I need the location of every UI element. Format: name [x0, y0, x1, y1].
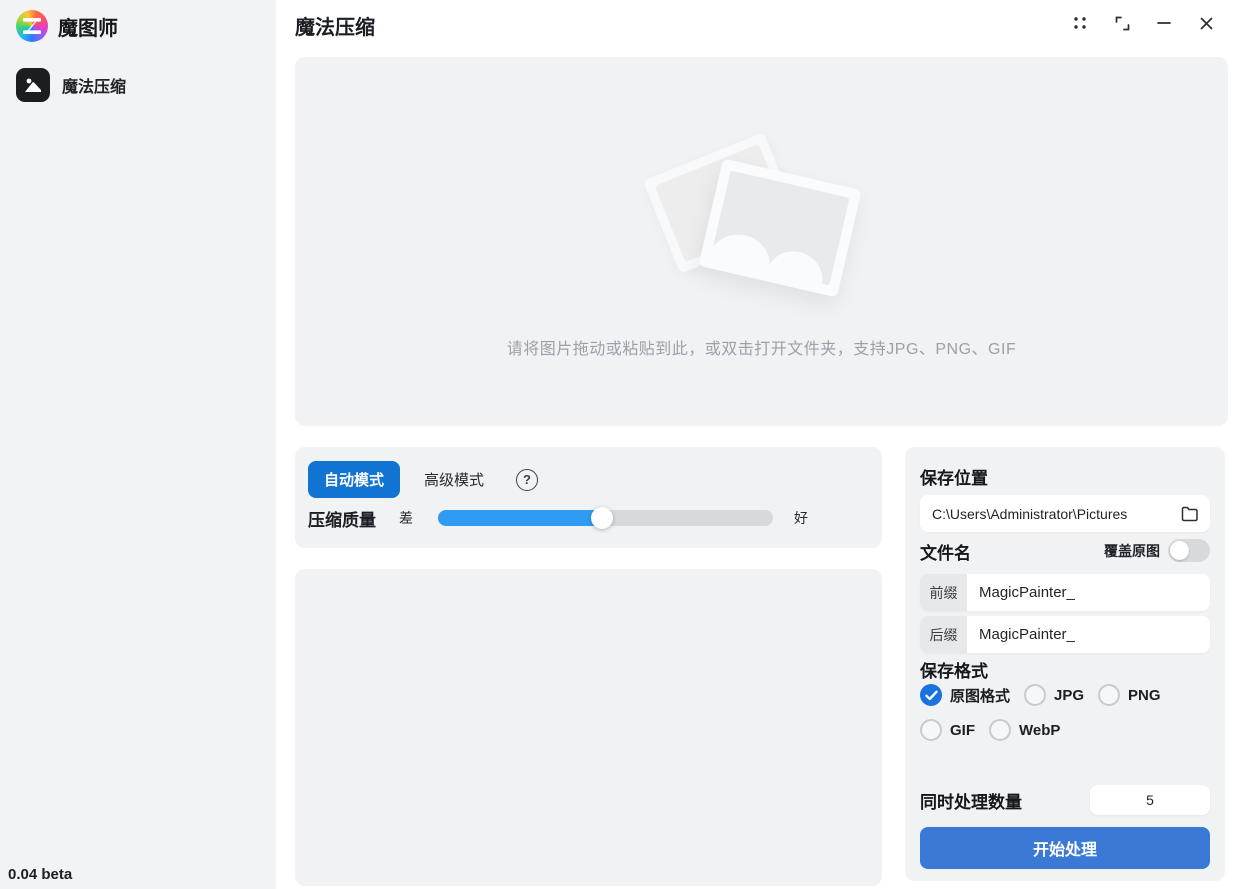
sidebar-item-label: 魔法压缩: [62, 73, 126, 97]
main-content: 魔法压缩: [276, 0, 1236, 889]
radio-unchecked-icon: [989, 719, 1011, 741]
save-format-heading: 保存格式: [920, 657, 988, 682]
quality-low-label: 差: [399, 508, 413, 528]
prefix-tag: 前缀: [920, 574, 967, 611]
overwrite-label: 覆盖原图: [1104, 541, 1160, 561]
prefix-input[interactable]: [967, 574, 1210, 611]
save-options-panel: 保存位置 文件名 覆盖原图 前缀 后缀 保存格式: [905, 447, 1225, 881]
close-icon[interactable]: [1190, 10, 1222, 36]
overwrite-group: 覆盖原图: [1104, 539, 1210, 562]
photos-placeholder-icon: [647, 135, 877, 315]
file-list-panel: [295, 569, 882, 886]
tab-advanced-mode[interactable]: 高级模式: [408, 461, 500, 498]
radio-checked-icon: [920, 684, 942, 706]
format-radio-group: 原图格式 JPG PNG GIF WebP: [920, 684, 1215, 741]
app-logo-icon: [16, 10, 48, 42]
grid-dots-icon[interactable]: [1064, 10, 1096, 36]
save-path-box: [920, 495, 1210, 532]
radio-unchecked-icon: [1024, 684, 1046, 706]
app-name: 魔图师: [58, 12, 118, 41]
toggle-knob: [1170, 541, 1189, 560]
minimize-icon[interactable]: [1148, 10, 1180, 36]
quality-label: 压缩质量: [308, 506, 376, 531]
titlebar: 魔法压缩: [295, 0, 1236, 57]
quality-high-label: 好: [794, 508, 808, 528]
radio-unchecked-icon: [920, 719, 942, 741]
batch-row: 同时处理数量: [920, 785, 1210, 815]
quality-slider-knob[interactable]: [591, 507, 613, 529]
suffix-input[interactable]: [967, 616, 1210, 653]
prefix-field: 前缀: [920, 574, 1210, 611]
sidebar: 魔图师 魔法压缩 0.04 beta: [0, 0, 276, 889]
quality-row: 压缩质量 差 好: [308, 505, 869, 531]
tab-auto-mode[interactable]: 自动模式: [308, 461, 400, 498]
save-location-heading: 保存位置: [920, 464, 988, 489]
sidebar-item-magic-compress[interactable]: 魔法压缩: [16, 68, 266, 102]
compression-controls-panel: 自动模式 高级模式 ? 压缩质量 差 好: [295, 447, 882, 548]
help-icon[interactable]: ?: [516, 469, 538, 491]
dropzone-hint: 请将图片拖动或粘贴到此，或双击打开文件夹，支持JPG、PNG、GIF: [295, 335, 1228, 359]
format-radio-gif[interactable]: GIF: [920, 719, 975, 741]
app-brand: 魔图师: [0, 0, 276, 44]
format-radio-png[interactable]: PNG: [1098, 684, 1161, 706]
save-path-input[interactable]: [920, 506, 1181, 522]
suffix-field: 后缀: [920, 616, 1210, 653]
image-dropzone[interactable]: 请将图片拖动或粘贴到此，或双击打开文件夹，支持JPG、PNG、GIF: [295, 57, 1228, 426]
radio-unchecked-icon: [1098, 684, 1120, 706]
fullscreen-icon[interactable]: [1106, 10, 1138, 36]
quality-slider-fill: [438, 510, 602, 526]
folder-icon[interactable]: [1181, 506, 1210, 522]
batch-count-label: 同时处理数量: [920, 788, 1022, 813]
start-processing-button[interactable]: 开始处理: [920, 827, 1210, 869]
filename-heading: 文件名: [920, 539, 971, 564]
image-icon: [16, 68, 50, 102]
batch-count-input[interactable]: [1090, 785, 1210, 815]
page-title: 魔法压缩: [295, 11, 375, 40]
format-radio-original[interactable]: 原图格式: [920, 684, 1010, 706]
version-label: 0.04 beta: [8, 866, 72, 883]
window-controls: [1064, 0, 1236, 36]
suffix-tag: 后缀: [920, 616, 967, 653]
app-window: 魔图师 魔法压缩 0.04 beta 魔法压缩: [0, 0, 1236, 889]
format-radio-webp[interactable]: WebP: [989, 719, 1060, 741]
quality-slider[interactable]: [438, 510, 773, 526]
mode-tabs: 自动模式 高级模式 ?: [308, 461, 538, 498]
format-radio-jpg[interactable]: JPG: [1024, 684, 1084, 706]
overwrite-toggle[interactable]: [1168, 539, 1210, 562]
